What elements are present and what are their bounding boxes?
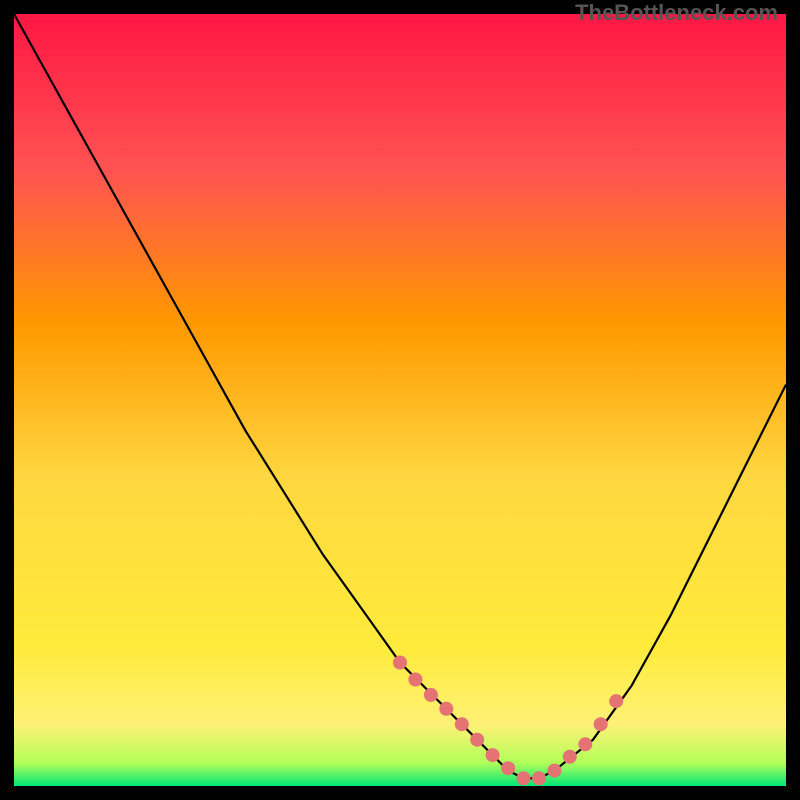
marker-dot — [594, 717, 608, 731]
watermark-text: TheBottleneck.com — [575, 0, 778, 26]
chart-background — [14, 14, 786, 786]
marker-dot — [408, 673, 422, 687]
marker-dot — [439, 702, 453, 716]
marker-dot — [424, 688, 438, 702]
chart-svg — [14, 14, 786, 786]
marker-dot — [393, 656, 407, 670]
marker-dot — [501, 761, 515, 775]
marker-dot — [547, 764, 561, 778]
marker-dot — [470, 733, 484, 747]
marker-dot — [578, 737, 592, 751]
chart-frame — [14, 14, 786, 786]
marker-dot — [563, 750, 577, 764]
marker-dot — [486, 748, 500, 762]
marker-dot — [532, 771, 546, 785]
marker-dot — [609, 694, 623, 708]
marker-dot — [455, 717, 469, 731]
marker-dot — [517, 771, 531, 785]
